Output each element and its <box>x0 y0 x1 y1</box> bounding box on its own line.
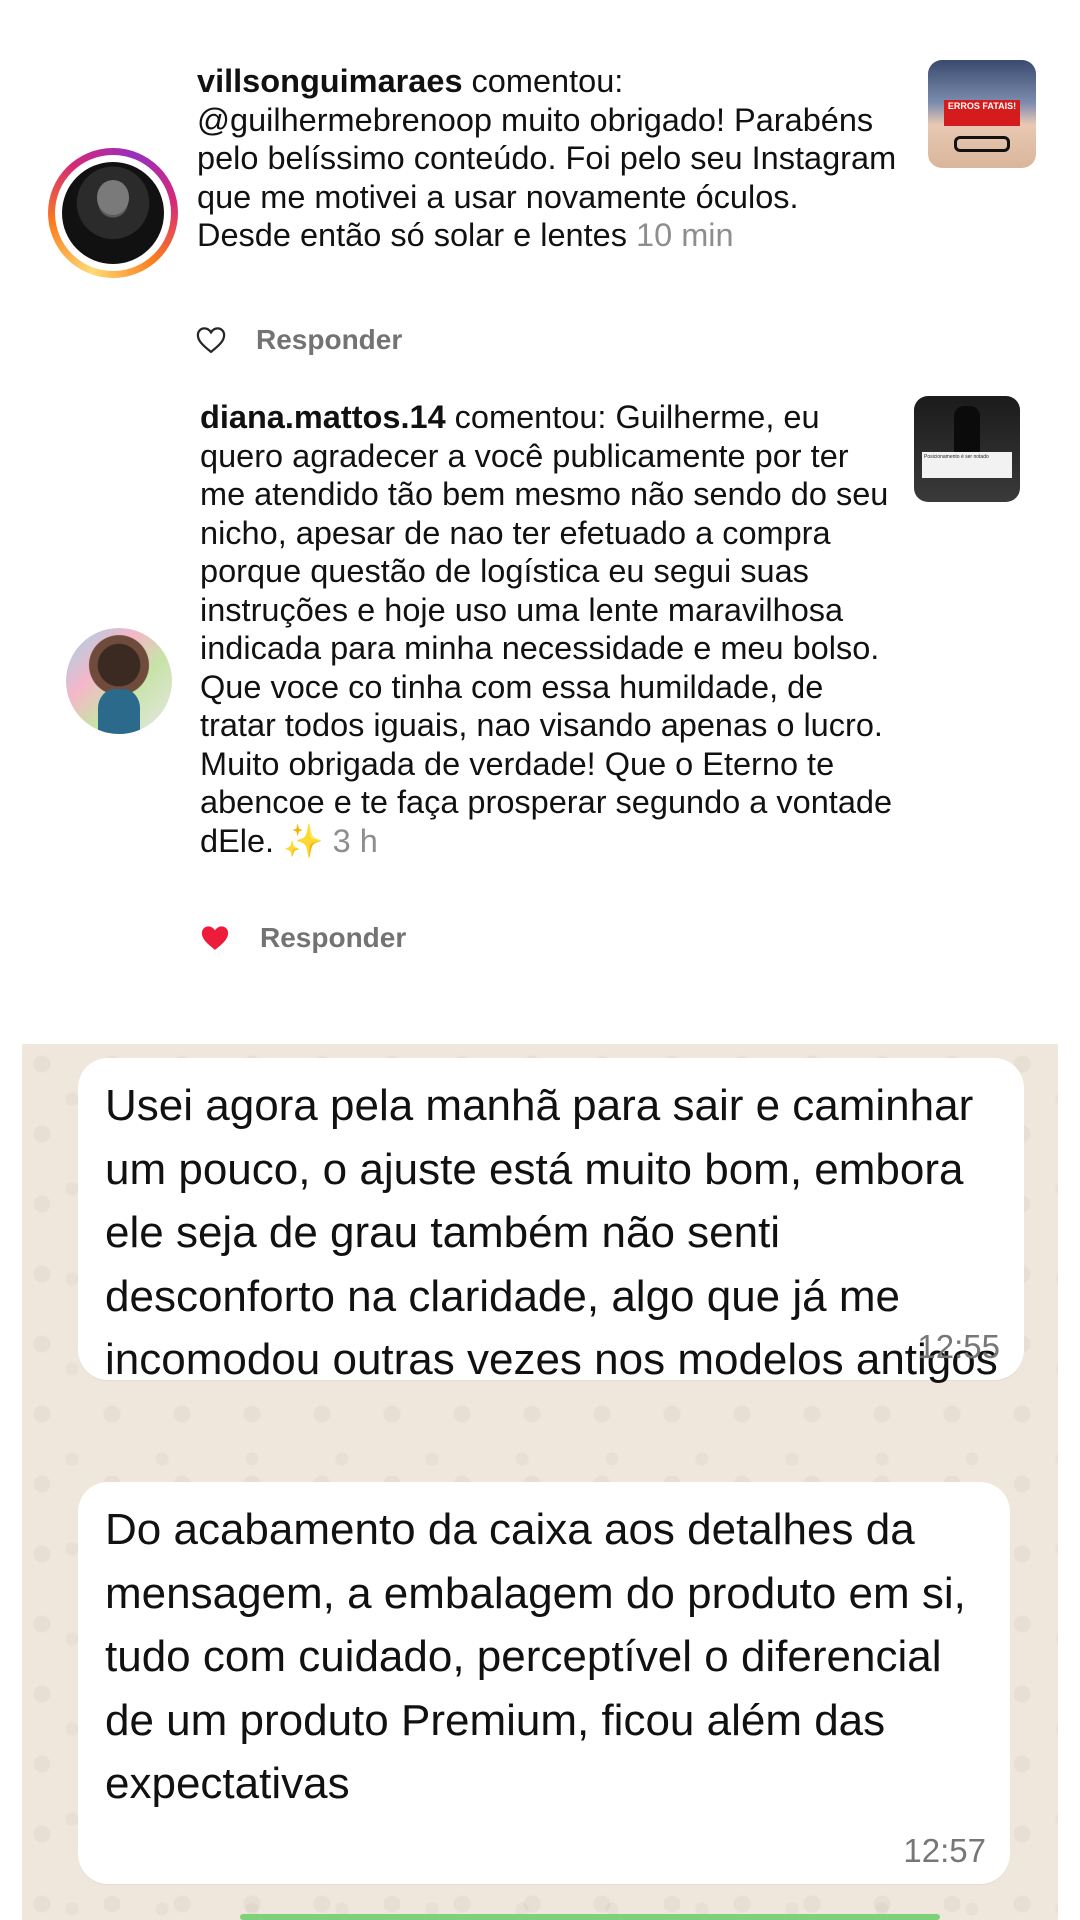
message-bubble[interactable]: Do acabamento da caixa aos detalhes da m… <box>78 1482 1010 1884</box>
message-time: 12:57 <box>903 1832 986 1869</box>
comment-time: 10 min <box>636 217 734 253</box>
glasses-graphic <box>954 136 1010 152</box>
post-thumbnail[interactable]: ERROS FATAIS! <box>928 60 1036 168</box>
message-bubble[interactable]: Usei agora pela manhã para sair e caminh… <box>78 1058 1024 1384</box>
reply-button[interactable]: Responder <box>260 922 406 954</box>
thumbnail-caption: Posicionamento é ser notado <box>922 452 1012 478</box>
comment-actions: Responder <box>196 324 402 356</box>
post-thumbnail[interactable]: Posicionamento é ser notado <box>914 396 1020 502</box>
heart-filled-icon[interactable] <box>200 924 230 952</box>
comment-text: villsonguimaraes comentou: @guilhermebre… <box>197 62 897 255</box>
message-text: Do acabamento da caixa aos detalhes da m… <box>105 1505 966 1808</box>
avatar[interactable] <box>66 628 172 734</box>
comment-text: diana.mattos.14 comentou: Guilherme, eu … <box>200 398 900 860</box>
chat-background: Usei agora pela manhã para sair e caminh… <box>22 1044 1058 1920</box>
comment-username[interactable]: diana.mattos.14 <box>200 399 446 435</box>
avatar[interactable] <box>48 148 178 278</box>
thumbnail-banner: ERROS FATAIS! <box>944 100 1020 126</box>
reply-button[interactable]: Responder <box>256 324 402 356</box>
comment-body: comentou: Guilherme, eu quero agradecer … <box>200 399 893 859</box>
heart-outline-icon[interactable] <box>196 326 226 354</box>
message-time: 12:55 <box>917 1328 1000 1365</box>
comment-time: 3 h <box>332 822 378 859</box>
comment-actions: Responder <box>200 922 406 954</box>
comment-username[interactable]: villsonguimaraes <box>197 63 463 99</box>
bottom-indicator <box>240 1914 940 1920</box>
message-text: Usei agora pela manhã para sair e caminh… <box>105 1081 998 1384</box>
